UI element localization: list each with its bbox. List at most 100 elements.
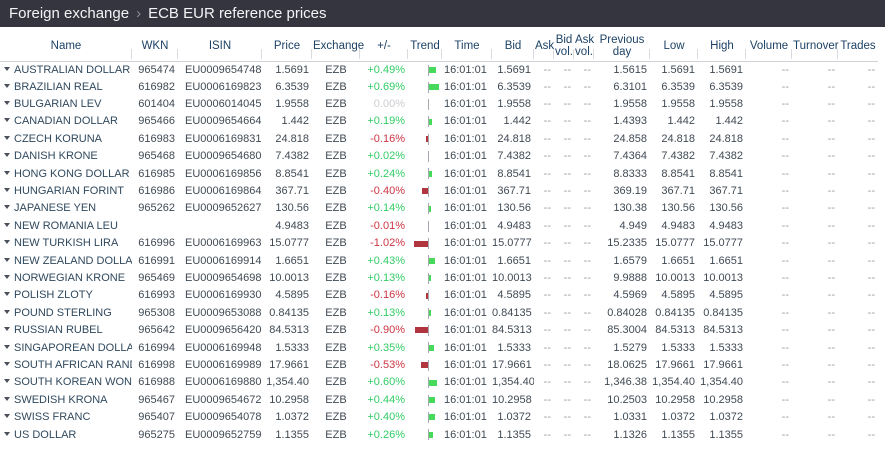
instrument-name[interactable]: NEW ROMANIA LEU — [14, 220, 118, 232]
col-header-ask-vol[interactable]: Ask vol. — [574, 31, 594, 61]
instrument-name-cell[interactable]: NEW ROMANIA LEU — [0, 218, 132, 235]
exchange-value: EZB — [312, 61, 360, 79]
bid-vol-value: -- — [554, 252, 574, 269]
expand-arrow-icon[interactable] — [4, 414, 10, 418]
instrument-name[interactable]: SINGAPOREAN DOLLAR — [14, 342, 132, 354]
instrument-name[interactable]: BRAZILIAN REAL — [14, 81, 103, 93]
table-row: CZECH KORUNA 616983 EU0006169831 24.818 … — [0, 131, 878, 148]
expand-arrow-icon[interactable] — [4, 67, 10, 71]
expand-arrow-icon[interactable] — [4, 171, 10, 175]
instrument-name[interactable]: NEW TURKISH LIRA — [14, 237, 118, 249]
instrument-name[interactable]: US DOLLAR — [14, 429, 76, 441]
instrument-name-cell[interactable]: DANISH KRONE — [0, 148, 132, 165]
expand-arrow-icon[interactable] — [4, 292, 10, 296]
instrument-name-cell[interactable]: NEW TURKISH LIRA — [0, 235, 132, 252]
instrument-name-cell[interactable]: RUSSIAN RUBEL — [0, 322, 132, 339]
time-value: 16:01:01 — [442, 148, 492, 165]
expand-arrow-icon[interactable] — [4, 240, 10, 244]
instrument-name-cell[interactable]: HONG KONG DOLLAR — [0, 165, 132, 182]
instrument-name[interactable]: RUSSIAN RUBEL — [14, 324, 103, 336]
col-header-wkn[interactable]: WKN — [132, 31, 178, 61]
instrument-name[interactable]: JAPANESE YEN — [14, 202, 96, 214]
expand-arrow-icon[interactable] — [4, 362, 10, 366]
instrument-name-cell[interactable]: POUND STERLING — [0, 305, 132, 322]
col-header-low[interactable]: Low — [650, 31, 698, 61]
expand-arrow-icon[interactable] — [4, 205, 10, 209]
instrument-name-cell[interactable]: SWEDISH KRONA — [0, 392, 132, 409]
col-header-name[interactable]: Name — [0, 31, 132, 61]
high-value: 4.9483 — [698, 218, 746, 235]
col-header-bid[interactable]: Bid — [492, 31, 534, 61]
instrument-name-cell[interactable]: SWISS FRANC — [0, 409, 132, 426]
instrument-name[interactable]: SOUTH KOREAN WON — [14, 376, 132, 388]
instrument-name[interactable]: POLISH ZLOTY — [14, 289, 93, 301]
instrument-name[interactable]: AUSTRALIAN DOLLAR — [14, 64, 130, 76]
col-header-exchange[interactable]: Exchange — [312, 31, 360, 61]
instrument-name-cell[interactable]: SOUTH KOREAN WON — [0, 374, 132, 391]
wkn-value: 616998 — [132, 357, 178, 374]
col-header-price[interactable]: Price — [262, 31, 312, 61]
turnover-value: -- — [792, 252, 838, 269]
instrument-name[interactable]: HONG KONG DOLLAR — [14, 168, 130, 180]
instrument-name-cell[interactable]: POLISH ZLOTY — [0, 287, 132, 304]
instrument-name[interactable]: HUNGARIAN FORINT — [14, 185, 124, 197]
col-header-time[interactable]: Time — [442, 31, 492, 61]
instrument-name-cell[interactable]: SINGAPOREAN DOLLAR — [0, 339, 132, 356]
instrument-name[interactable]: SOUTH AFRICAN RAND — [14, 359, 132, 371]
col-header-ask[interactable]: Ask — [534, 31, 554, 61]
expand-arrow-icon[interactable] — [4, 310, 10, 314]
instrument-name[interactable]: BULGARIAN LEV — [14, 98, 101, 110]
instrument-name[interactable]: DANISH KRONE — [14, 150, 98, 162]
expand-arrow-icon[interactable] — [4, 153, 10, 157]
instrument-name-cell[interactable]: NORWEGIAN KRONE — [0, 270, 132, 287]
instrument-name-cell[interactable]: US DOLLAR — [0, 426, 132, 443]
expand-arrow-icon[interactable] — [4, 432, 10, 436]
expand-arrow-icon[interactable] — [4, 345, 10, 349]
expand-arrow-icon[interactable] — [4, 258, 10, 262]
expand-arrow-icon[interactable] — [4, 136, 10, 140]
instrument-name-cell[interactable]: HUNGARIAN FORINT — [0, 183, 132, 200]
expand-arrow-icon[interactable] — [4, 223, 10, 227]
expand-arrow-icon[interactable] — [4, 327, 10, 331]
instrument-name[interactable]: CZECH KORUNA — [14, 133, 102, 145]
instrument-name-cell[interactable]: SOUTH AFRICAN RAND — [0, 357, 132, 374]
instrument-name[interactable]: POUND STERLING — [14, 307, 112, 319]
expand-arrow-icon[interactable] — [4, 84, 10, 88]
col-header-high[interactable]: High — [698, 31, 746, 61]
trend-cell — [408, 218, 442, 235]
expand-arrow-icon[interactable] — [4, 275, 10, 279]
instrument-name-cell[interactable]: CZECH KORUNA — [0, 131, 132, 148]
expand-arrow-icon[interactable] — [4, 101, 10, 105]
instrument-name[interactable]: NEW ZEALAND DOLLAR — [14, 255, 132, 267]
instrument-name-cell[interactable]: BULGARIAN LEV — [0, 96, 132, 113]
change-percent: +0.24% — [360, 165, 408, 182]
col-header-volume[interactable]: Volume — [746, 31, 792, 61]
trend-bar — [426, 293, 428, 299]
breadcrumb-section[interactable]: Foreign exchange — [9, 5, 129, 22]
instrument-name-cell[interactable]: BRAZILIAN REAL — [0, 79, 132, 96]
instrument-name-cell[interactable]: CANADIAN DOLLAR — [0, 113, 132, 130]
col-header-previous-day[interactable]: Previous day — [594, 31, 650, 61]
change-percent: -0.90% — [360, 322, 408, 339]
col-header-isin[interactable]: ISIN — [178, 31, 262, 61]
expand-arrow-icon[interactable] — [4, 188, 10, 192]
instrument-name[interactable]: NORWEGIAN KRONE — [14, 272, 125, 284]
bid-value: 10.2958 — [492, 392, 534, 409]
col-header-change[interactable]: +/- — [360, 31, 408, 61]
instrument-name[interactable]: SWISS FRANC — [14, 411, 90, 423]
time-value: 16:01:01 — [442, 183, 492, 200]
expand-arrow-icon[interactable] — [4, 379, 10, 383]
col-header-bid-vol[interactable]: Bid vol. — [554, 31, 574, 61]
col-header-trend[interactable]: Trend — [408, 31, 442, 61]
ask-vol-value: -- — [574, 218, 594, 235]
instrument-name[interactable]: CANADIAN DOLLAR — [14, 115, 118, 127]
col-header-turnover[interactable]: Turnover — [792, 31, 838, 61]
expand-arrow-icon[interactable] — [4, 397, 10, 401]
instrument-name-cell[interactable]: AUSTRALIAN DOLLAR — [0, 61, 132, 79]
turnover-value: -- — [792, 374, 838, 391]
instrument-name[interactable]: SWEDISH KRONA — [14, 394, 108, 406]
instrument-name-cell[interactable]: JAPANESE YEN — [0, 200, 132, 217]
instrument-name-cell[interactable]: NEW ZEALAND DOLLAR — [0, 252, 132, 269]
col-header-trades[interactable]: Trades — [838, 31, 878, 61]
expand-arrow-icon[interactable] — [4, 118, 10, 122]
